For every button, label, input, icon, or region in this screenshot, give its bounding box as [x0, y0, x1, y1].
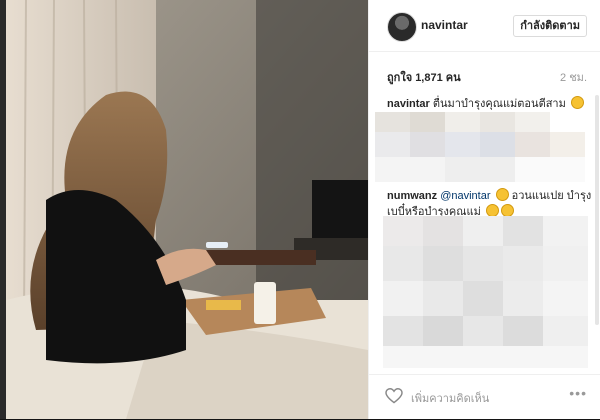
- username[interactable]: navintar: [421, 18, 468, 32]
- comment-mention[interactable]: @navintar: [440, 190, 490, 202]
- more-icon[interactable]: •••: [569, 385, 587, 401]
- following-button[interactable]: กำลังติดตาม: [513, 15, 587, 37]
- caption-text: ตื่นมาบำรุงคุณแม่ตอนตีสาม: [432, 98, 566, 110]
- caption-author[interactable]: navintar: [387, 98, 430, 110]
- timestamp: 2 ชม.: [560, 72, 587, 84]
- comment-author[interactable]: numwanz: [387, 190, 437, 202]
- heart-icon[interactable]: [385, 388, 403, 404]
- redacted-block: [383, 216, 588, 368]
- post-header: navintar กำลังติดตาม: [369, 0, 600, 52]
- avatar[interactable]: [387, 12, 417, 42]
- post-panel: navintar กำลังติดตาม ถูกใจ 1,871 คน 2 ชม…: [368, 0, 600, 419]
- caption: navintar ตื่นมาบำรุงคุณแม่ตอนตีสาม: [387, 96, 592, 112]
- post-photo[interactable]: [6, 0, 368, 419]
- post-meta: ถูกใจ 1,871 คน 2 ชม.: [369, 52, 600, 90]
- comments-scrollbar[interactable]: [595, 95, 599, 325]
- emoji-icon: [495, 188, 509, 201]
- likes-count[interactable]: ถูกใจ 1,871 คน: [387, 68, 461, 86]
- emoji-icon: [570, 96, 584, 109]
- post-footer: เพิ่มความคิดเห็น •••: [369, 374, 600, 420]
- redacted-block: [375, 112, 585, 182]
- add-comment-input[interactable]: เพิ่มความคิดเห็น: [411, 389, 489, 407]
